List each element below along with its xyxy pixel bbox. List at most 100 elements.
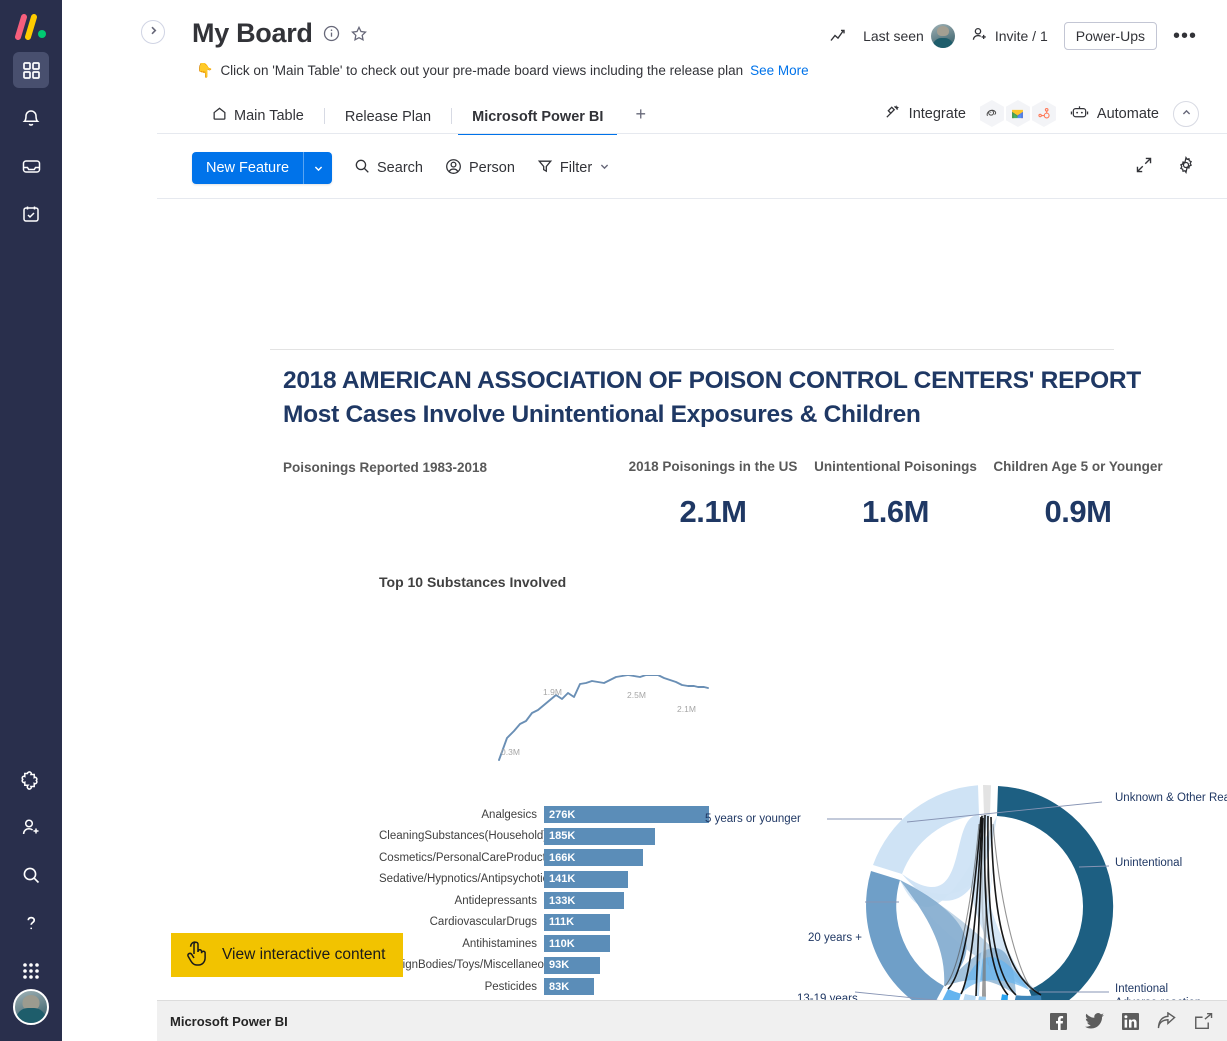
table-row[interactable]: ForeignBodies/Toys/Miscellaneous 93K — [379, 955, 709, 976]
hubspot-icon[interactable] — [1032, 100, 1056, 127]
table-row[interactable]: Pesticides 83K — [379, 976, 709, 997]
kpi-unintentional-poisonings: Unintentional Poisonings 1.6M — [808, 459, 983, 530]
invite-member-icon — [21, 817, 42, 838]
add-view-button[interactable]: + — [623, 104, 658, 134]
last-seen-label: Last seen — [863, 28, 924, 44]
bar: 93K — [544, 957, 600, 974]
sidebar-item-apps[interactable] — [13, 953, 49, 989]
activity-graph-icon[interactable] — [830, 29, 847, 44]
chevron-down-icon[interactable] — [599, 160, 610, 176]
table-row[interactable]: Cosmetics/PersonalCareProducts 166K — [379, 847, 709, 868]
tab-release-plan[interactable]: Release Plan — [325, 109, 451, 134]
linkedin-icon[interactable] — [1122, 1013, 1139, 1030]
bar-value-label: 93K — [544, 959, 569, 971]
sidebar-item-inbox[interactable] — [13, 148, 49, 184]
tab-label: Main Table — [234, 108, 304, 124]
poisonings-trend-sparkline[interactable]: 0.3M 1.9M 2.5M 2.1M — [487, 675, 712, 765]
board-banner: 👇 Click on 'Main Table' to check out you… — [196, 62, 809, 79]
chevron-right-icon — [148, 23, 159, 41]
bar-value-label: 185K — [544, 830, 575, 842]
new-feature-button[interactable]: New Feature — [192, 152, 332, 184]
invite-button[interactable]: Invite / 1 — [971, 26, 1048, 46]
gmail-icon[interactable] — [1006, 100, 1030, 127]
sidebar-item-integrations[interactable] — [13, 761, 49, 797]
share-icon[interactable] — [1157, 1012, 1176, 1030]
more-options-button[interactable]: ••• — [1173, 26, 1197, 46]
report-title-line2: Most Cases Involve Unintentional Exposur… — [283, 398, 1183, 432]
avatar[interactable] — [13, 989, 49, 1025]
collapse-header-button[interactable] — [1173, 101, 1199, 127]
bar-value-label: 276K — [544, 809, 575, 821]
apps-grid-icon — [21, 961, 41, 981]
gear-icon[interactable] — [1177, 156, 1195, 179]
left-nav-rail — [0, 0, 62, 1041]
tab-label: Release Plan — [345, 109, 431, 125]
report-title-line1: 2018 AMERICAN ASSOCIATION OF POISON CONT… — [283, 367, 1141, 394]
invite-person-icon — [971, 26, 988, 46]
kpi-value: 1.6M — [808, 494, 983, 530]
my-work-calendar-icon — [21, 204, 41, 224]
bar-category-label: Antidepressants — [379, 895, 544, 907]
twitter-icon[interactable] — [1085, 1013, 1104, 1029]
last-seen-group[interactable]: Last seen — [863, 24, 955, 48]
chevron-up-icon — [1181, 105, 1192, 123]
table-row[interactable]: CleaningSubstances(Household) 185K — [379, 826, 709, 847]
table-row[interactable]: Sedative/Hypnotics/Antipsychotics 141K — [379, 869, 709, 890]
report-canvas[interactable]: 2018 AMERICAN ASSOCIATION OF POISON CONT… — [157, 199, 1227, 994]
chevron-down-icon[interactable] — [303, 152, 332, 184]
filter-icon — [537, 158, 553, 178]
power-ups-button[interactable]: Power-Ups — [1064, 22, 1157, 50]
board-toolbar: New Feature Search Person — [192, 152, 610, 184]
bar-value-label: 166K — [544, 852, 575, 864]
sparkline-label-end: 2.1M — [677, 704, 696, 714]
sidebar-item-notifications[interactable] — [13, 100, 49, 136]
top-substances-bar-chart[interactable]: Analgesics 276K CleaningSubstances(House… — [379, 804, 709, 1019]
fullscreen-icon[interactable] — [1135, 156, 1153, 179]
home-icon — [212, 106, 227, 125]
search-label: Search — [377, 160, 423, 176]
info-icon[interactable] — [323, 25, 340, 42]
toolbar-right-actions — [1135, 156, 1195, 179]
bar-value-label: 111K — [544, 916, 574, 928]
sparkline-label-mid: 1.9M — [543, 687, 562, 697]
open-external-icon[interactable] — [1194, 1013, 1213, 1030]
kpi-value: 2.1M — [628, 494, 798, 530]
tabs-divider — [157, 133, 1227, 134]
table-row[interactable]: Antidepressants 133K — [379, 890, 709, 911]
mailchimp-icon[interactable] — [980, 100, 1004, 127]
integrations-puzzle-icon — [21, 769, 42, 790]
sidebar-item-help[interactable] — [13, 905, 49, 941]
integrate-button[interactable]: Integrate — [884, 103, 966, 124]
automate-button[interactable]: Automate — [1070, 104, 1159, 124]
see-more-link[interactable]: See More — [750, 63, 809, 78]
notifications-bell-icon — [21, 108, 41, 128]
bar-category-label: Pesticides — [379, 981, 544, 993]
tab-main-table[interactable]: Main Table — [192, 106, 324, 134]
sidebar-item-invite[interactable] — [13, 809, 49, 845]
person-filter-button[interactable]: Person — [445, 158, 515, 179]
report-top-rule — [270, 349, 1114, 350]
help-question-icon — [21, 913, 41, 933]
table-row[interactable]: Antihistamines 110K — [379, 933, 709, 954]
star-icon[interactable] — [350, 25, 368, 43]
bar-category-label: Antihistamines — [379, 938, 544, 950]
sidebar-item-my-work[interactable] — [13, 196, 49, 232]
sidebar-item-workspaces[interactable] — [13, 52, 49, 88]
filter-button[interactable]: Filter — [537, 158, 610, 178]
search-button[interactable]: Search — [354, 158, 423, 178]
tab-microsoft-power-bi[interactable]: Microsoft Power BI — [452, 109, 623, 134]
robot-icon — [1070, 104, 1089, 124]
sparkline-label-start: 0.3M — [501, 747, 520, 757]
facebook-icon[interactable] — [1050, 1013, 1067, 1030]
sidebar-collapse-button[interactable] — [141, 20, 165, 44]
table-row[interactable]: CardiovascularDrugs 111K — [379, 912, 709, 933]
line-chart-title: Poisonings Reported 1983-2018 — [283, 460, 487, 475]
bar: 185K — [544, 828, 655, 845]
bar-track: 110K — [544, 935, 709, 952]
kpi-total-poisonings: 2018 Poisonings in the US 2.1M — [628, 459, 798, 530]
table-row[interactable]: Analgesics 276K — [379, 804, 709, 825]
monday-logo[interactable] — [14, 14, 48, 40]
bar-category-label: Analgesics — [379, 809, 544, 821]
sidebar-item-search[interactable] — [13, 857, 49, 893]
view-interactive-content-button[interactable]: View interactive content — [171, 933, 403, 977]
